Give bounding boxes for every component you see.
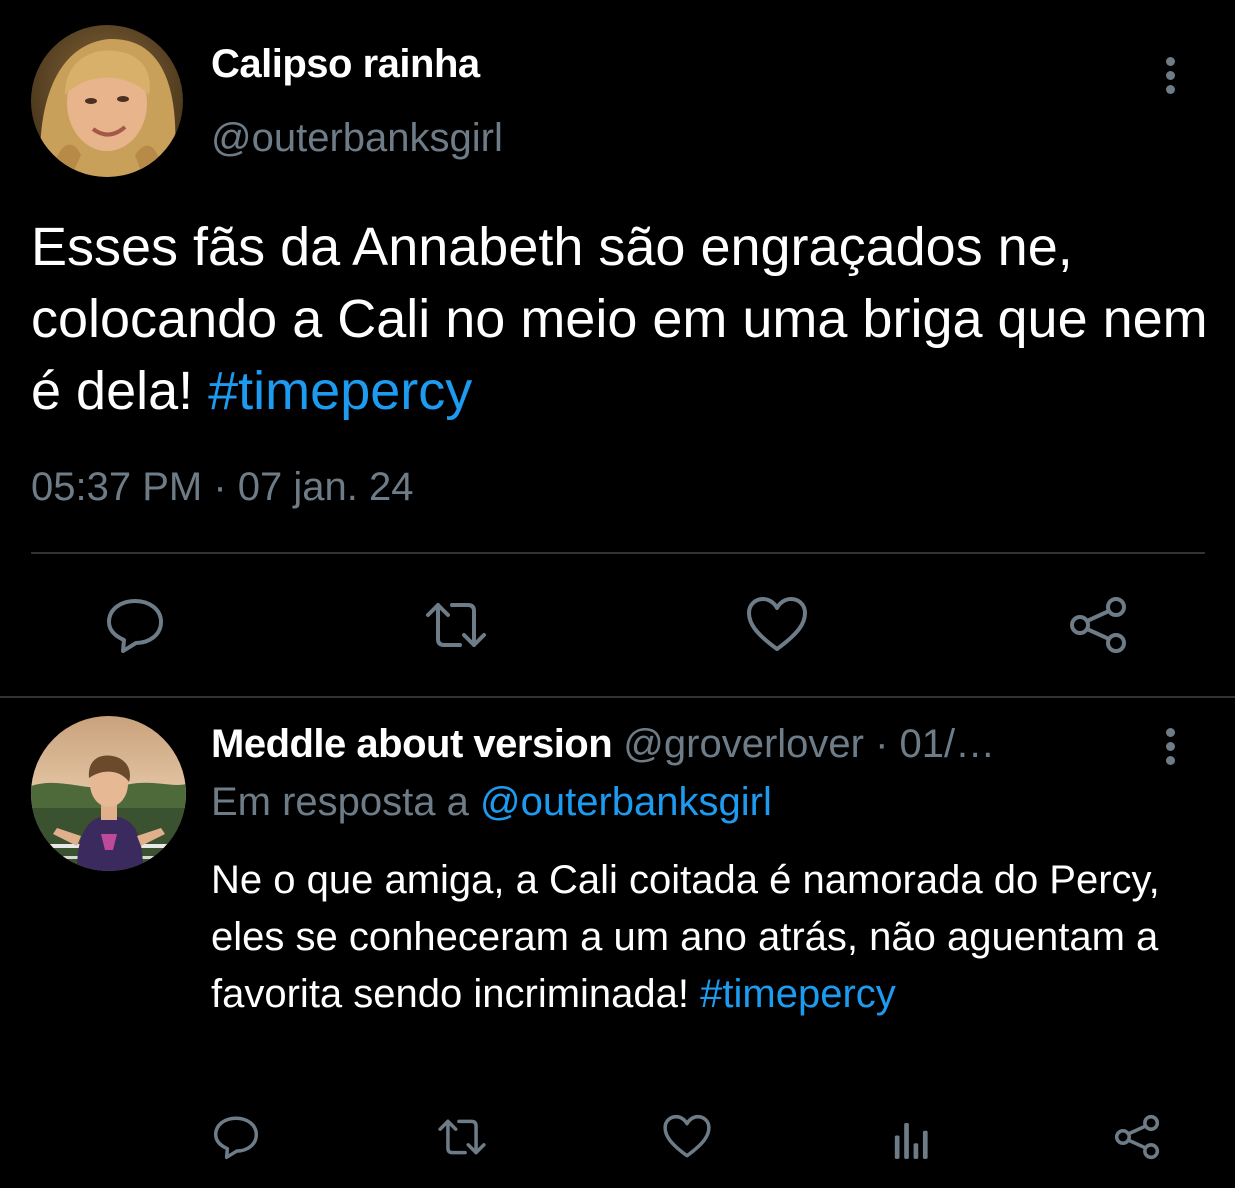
display-name[interactable]: Meddle about version (211, 722, 613, 766)
tweet-separator (0, 696, 1235, 698)
share-icon[interactable] (1066, 593, 1130, 657)
avatar[interactable] (31, 716, 186, 871)
stats-icon[interactable] (887, 1112, 937, 1162)
reply-prefix: Em resposta a (211, 780, 481, 824)
avatar[interactable] (31, 25, 183, 177)
reply-to-handle-link[interactable]: @outerbanksgirl (480, 780, 772, 824)
retweet-icon[interactable] (437, 1112, 487, 1162)
share-icon[interactable] (1112, 1112, 1162, 1162)
more-options-icon[interactable] (1164, 57, 1176, 97)
reply-icon[interactable] (211, 1112, 261, 1162)
tweet-text-body: Ne o que amiga, a Cali coitada é namorad… (211, 858, 1160, 1016)
reply-header: Meddle about version @groverlover · 01/… (211, 722, 995, 767)
tweet-timestamp[interactable]: 05:37 PM · 07 jan. 24 (31, 465, 413, 510)
tweet-text: Ne o que amiga, a Cali coitada é namorad… (211, 852, 1221, 1023)
like-icon[interactable] (745, 593, 809, 657)
like-icon[interactable] (662, 1112, 712, 1162)
display-name[interactable]: Calipso rainha (211, 42, 480, 87)
user-handle[interactable]: @outerbanksgirl (211, 116, 503, 161)
hashtag-link[interactable]: #timepercy (208, 361, 472, 421)
retweet-icon[interactable] (424, 593, 488, 657)
divider (31, 552, 1205, 554)
user-handle[interactable]: @groverlover (623, 722, 864, 766)
more-options-icon[interactable] (1164, 728, 1176, 768)
hashtag-link[interactable]: #timepercy (700, 972, 896, 1016)
tweet-text: Esses fãs da Annabeth são engraçados ne,… (31, 211, 1226, 427)
reply-context: Em resposta a @outerbanksgirl (211, 780, 772, 825)
tweet-date[interactable]: · 01/… (864, 722, 995, 766)
reply-icon[interactable] (103, 593, 167, 657)
